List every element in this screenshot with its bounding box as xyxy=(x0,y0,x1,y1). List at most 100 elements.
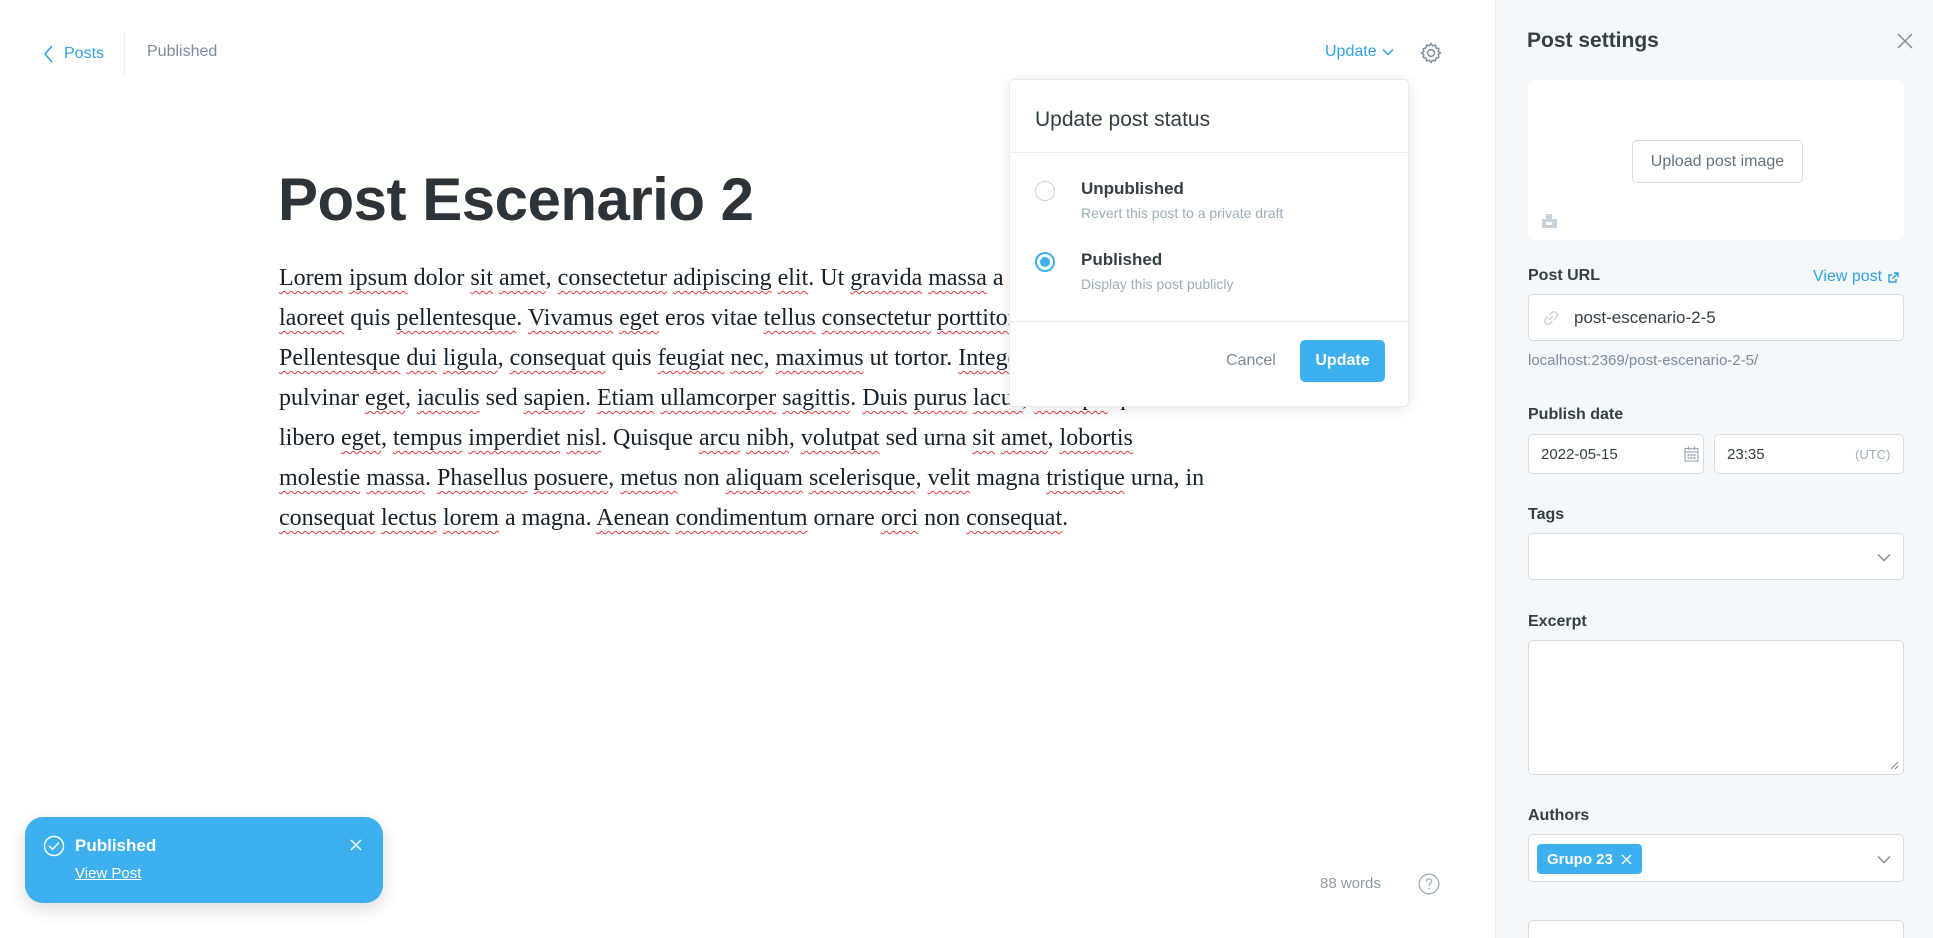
popover-footer-divider xyxy=(1010,321,1408,322)
app-root: Posts Published Update Post Escenario 2 … xyxy=(0,0,1933,938)
help-icon[interactable] xyxy=(1418,873,1440,895)
post-title[interactable]: Post Escenario 2 xyxy=(278,165,754,234)
spellcheck-word: gravida xyxy=(850,265,923,291)
published-toast: Published View Post xyxy=(25,817,383,903)
popover-divider xyxy=(1010,152,1408,153)
radio-published[interactable] xyxy=(1035,252,1055,272)
spellcheck-word: purus xyxy=(913,385,967,411)
spellcheck-word: tellus xyxy=(763,305,816,331)
body-text: ut tortor. xyxy=(863,345,959,371)
excerpt-textarea[interactable] xyxy=(1528,640,1904,775)
spellcheck-word: amet xyxy=(499,265,546,291)
body-text: eros vitae xyxy=(659,305,764,331)
spellcheck-word: imperdiet xyxy=(468,425,561,451)
spellcheck-word: scelerisque xyxy=(808,465,916,491)
body-text: , xyxy=(1047,425,1060,451)
close-icon[interactable] xyxy=(1621,854,1632,865)
authors-input[interactable]: Grupo 23 xyxy=(1528,834,1904,882)
spellcheck-word: orci xyxy=(880,505,919,531)
upload-post-image-button[interactable]: Upload post image xyxy=(1632,140,1803,183)
body-text: , xyxy=(545,265,558,291)
gear-icon[interactable] xyxy=(1419,41,1443,65)
body-text: , xyxy=(915,465,928,491)
update-post-status-popover: Update post status Unpublished Revert th… xyxy=(1009,79,1409,407)
body-text: magna xyxy=(970,465,1047,491)
cancel-button[interactable]: Cancel xyxy=(1226,352,1276,370)
external-link-icon xyxy=(1888,271,1899,283)
spellcheck-word: massa xyxy=(366,465,425,491)
resize-handle-icon[interactable] xyxy=(1890,761,1899,770)
spellcheck-word: consequat xyxy=(966,505,1063,531)
post-url-hint: localhost:2369/post-escenario-2-5/ xyxy=(1528,352,1759,369)
calendar-icon[interactable] xyxy=(1684,446,1699,462)
option-published-label: Published xyxy=(1081,250,1163,269)
spellcheck-word: maximus xyxy=(775,345,864,371)
body-text: urna, in xyxy=(1124,465,1205,491)
spellcheck-word: sit xyxy=(470,265,494,291)
body-text: , xyxy=(788,425,801,451)
option-published-desc: Display this post publicly xyxy=(1081,276,1234,292)
spellcheck-word: sit xyxy=(972,425,995,451)
spellcheck-word: pellentesque xyxy=(396,305,517,331)
check-circle-icon xyxy=(43,835,65,857)
spellcheck-word: consectetur xyxy=(821,305,931,331)
close-icon[interactable] xyxy=(348,837,364,853)
body-text: . xyxy=(516,305,528,331)
body-text: non xyxy=(677,465,726,491)
toast-view-post-link[interactable]: View Post xyxy=(75,865,141,882)
topbar-divider xyxy=(124,32,125,76)
body-text: quis xyxy=(605,345,658,371)
back-to-posts-link[interactable]: Posts xyxy=(43,40,104,68)
publish-date-value: 2022-05-15 xyxy=(1541,446,1618,463)
publish-date-input[interactable]: 2022-05-15 xyxy=(1528,434,1704,474)
body-text: . xyxy=(424,465,437,491)
body-text: , xyxy=(608,465,621,491)
authors-label: Authors xyxy=(1528,807,1590,824)
spellcheck-word: nec xyxy=(730,345,764,371)
body-text: . xyxy=(1062,505,1069,531)
chevron-left-icon xyxy=(43,45,53,63)
image-icon[interactable] xyxy=(1541,212,1558,229)
body-text: a xyxy=(986,265,1010,291)
spellcheck-word: ipsum xyxy=(348,265,408,291)
spellcheck-word: consectetur xyxy=(557,265,667,291)
update-button[interactable]: Update xyxy=(1300,340,1385,382)
view-post-link[interactable]: View post xyxy=(1813,268,1899,286)
spellcheck-word: porttitor xyxy=(936,305,1016,331)
spellcheck-word: massa xyxy=(928,265,987,291)
tags-input[interactable] xyxy=(1528,533,1904,580)
body-text: . Ut xyxy=(808,265,851,291)
spellcheck-word: Vivamus xyxy=(527,305,614,331)
spellcheck-word: lobortis xyxy=(1059,425,1133,451)
publish-time-input[interactable]: 23:35 (UTC) xyxy=(1714,434,1904,474)
word-count: 88 words xyxy=(1320,875,1381,892)
spellcheck-word: Duis xyxy=(862,385,908,411)
spellcheck-word: nisl xyxy=(566,425,601,451)
close-icon[interactable] xyxy=(1896,32,1914,50)
spellcheck-word: sapien xyxy=(523,385,585,411)
spellcheck-word: Pellentesque xyxy=(279,345,401,371)
spellcheck-word: metus xyxy=(620,465,678,491)
body-text: , xyxy=(763,345,776,371)
post-url-input[interactable]: post-escenario-2-5 xyxy=(1528,294,1904,341)
spellcheck-word: consequat xyxy=(279,505,375,531)
author-tag[interactable]: Grupo 23 xyxy=(1537,844,1642,874)
next-field-input[interactable] xyxy=(1528,920,1904,938)
popover-title: Update post status xyxy=(1035,108,1211,131)
radio-unpublished[interactable] xyxy=(1035,181,1055,201)
spellcheck-word: Phasellus xyxy=(436,465,528,491)
tags-label: Tags xyxy=(1528,506,1565,523)
chevron-down-icon xyxy=(1877,856,1891,864)
chevron-down-icon xyxy=(1877,554,1891,562)
update-dropdown-trigger[interactable]: Update xyxy=(1325,43,1394,61)
spellcheck-word: laoreet xyxy=(279,305,345,331)
spellcheck-word: posuere xyxy=(533,465,609,491)
body-text: ornare xyxy=(807,505,881,531)
spellcheck-word: arcu xyxy=(698,425,741,451)
post-image-box: Upload post image xyxy=(1528,80,1904,240)
body-text: . xyxy=(850,385,863,411)
body-text: . xyxy=(584,385,597,411)
spellcheck-word: elit xyxy=(777,265,809,291)
body-text: non xyxy=(918,505,967,531)
body-text: quis xyxy=(350,305,391,331)
